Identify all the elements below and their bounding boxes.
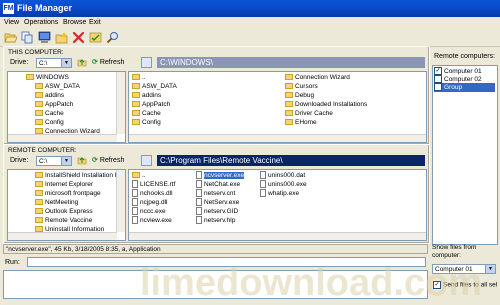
tree-hscrollbar[interactable]	[8, 232, 117, 240]
local-file-list[interactable]: .. ASW_DATA addins AppPatch Cache Config…	[128, 71, 427, 143]
remote-computer-panel: REMOTE COMPUTER: Drive: C:\ ▼ ⟳ Refresh C…	[3, 144, 430, 244]
status-bar: "ncvserver.exe", 45 Kb, 3/18/2005 8:35, …	[3, 244, 428, 254]
copy-icon[interactable]	[21, 31, 34, 44]
drive-label: Drive:	[10, 157, 29, 164]
new-folder-icon[interactable]	[55, 31, 68, 44]
remote-folder-tree[interactable]: InstallShield Installation In Internet E…	[7, 169, 126, 241]
list-item[interactable]: Downloaded Installations	[285, 100, 367, 109]
file-list-hscrollbar[interactable]	[129, 232, 426, 240]
local-folder-tree[interactable]: WINDOWS ASW_DATA addins AppPatch Cache C…	[7, 71, 126, 143]
tree-item[interactable]: InstallShield Installation In	[35, 171, 120, 180]
list-item[interactable]: Config	[132, 118, 161, 127]
window-title: File Manager	[17, 3, 73, 13]
open-folder-icon[interactable]	[4, 31, 17, 44]
list-item[interactable]: ncjpeg.dll	[132, 198, 167, 207]
tree-scrollbar[interactable]	[116, 72, 125, 134]
list-item[interactable]: ASW_DATA	[132, 82, 177, 91]
tree-item[interactable]: ASW_DATA	[35, 82, 80, 91]
remote-computer-label: REMOTE COMPUTER:	[8, 147, 77, 154]
list-item[interactable]: ..	[132, 73, 146, 82]
list-item[interactable]: NetServ.exe	[196, 198, 239, 207]
tree-item[interactable]: addins	[35, 91, 64, 100]
refresh-icon: ⟳	[92, 59, 98, 66]
list-item[interactable]: LICENSE.rtf	[132, 180, 175, 189]
tree-scrollbar[interactable]	[116, 170, 125, 232]
run-label: Run:	[5, 259, 20, 266]
list-item[interactable]: nchooks.dll	[132, 189, 173, 198]
drive-label: Drive:	[10, 59, 29, 66]
title-bar: FM File Manager	[0, 0, 500, 17]
list-item[interactable]: Debug	[285, 91, 314, 100]
checklist-icon[interactable]	[89, 31, 102, 44]
tree-item[interactable]: NetMeeting	[35, 198, 78, 207]
remote-computers-list[interactable]: ✓ Computer 01 Computer 02 Group	[432, 65, 498, 245]
chevron-down-icon: ▼	[485, 265, 495, 273]
tree-hscrollbar[interactable]	[8, 134, 117, 142]
list-item[interactable]: NetChat.exe	[196, 180, 240, 189]
list-item[interactable]: AppPatch	[132, 100, 170, 109]
group-item[interactable]: Group	[434, 83, 495, 92]
list-item-selected[interactable]: ncvserver.exe	[196, 171, 245, 180]
menu-exit[interactable]: Exit	[89, 18, 101, 27]
remote-file-list[interactable]: .. LICENSE.rtf nchooks.dll ncjpeg.dll nc…	[128, 169, 427, 241]
list-item[interactable]: whatip.exe	[260, 189, 299, 198]
this-computer-label: THIS COMPUTER:	[8, 49, 64, 56]
menu-operations[interactable]: Operations	[24, 18, 58, 27]
delete-icon[interactable]	[72, 31, 85, 44]
toolbar	[0, 29, 500, 47]
tree-item[interactable]: Internet Explorer	[35, 180, 93, 189]
list-item[interactable]: Driver Cache	[285, 109, 333, 118]
list-item[interactable]: unins000.dat	[260, 171, 305, 180]
remote-computers-sidebar: Remote computers: ✓ Computer 01 Computer …	[432, 46, 498, 298]
local-drive-select[interactable]: C:\ ▼	[36, 58, 72, 68]
chevron-down-icon: ▼	[61, 59, 71, 67]
list-item[interactable]: ..	[132, 171, 146, 180]
view-mode-icon[interactable]	[141, 57, 152, 68]
list-item[interactable]: netserv.GID	[196, 207, 238, 216]
file-list-hscrollbar[interactable]	[129, 134, 426, 142]
checkbox[interactable]	[434, 83, 442, 92]
refresh-icon: ⟳	[92, 157, 98, 164]
search-icon[interactable]	[106, 31, 119, 44]
remote-refresh-button[interactable]: ⟳ Refresh	[92, 156, 124, 165]
list-item[interactable]: netserv.cnt	[196, 189, 235, 198]
list-item[interactable]: Cache	[132, 109, 161, 118]
list-item[interactable]: EHome	[285, 118, 317, 127]
list-item[interactable]: ncview.exe	[132, 216, 172, 225]
this-computer-panel: THIS COMPUTER: Drive: C:\ ▼ ⟳ Refresh C:\…	[3, 46, 430, 145]
list-item[interactable]: addins	[132, 91, 161, 100]
list-item[interactable]: unins000.exe	[260, 180, 307, 189]
up-folder-icon[interactable]	[77, 57, 87, 67]
list-item[interactable]: netserv.hlp	[196, 216, 235, 225]
up-folder-icon[interactable]	[77, 155, 87, 165]
menu-browse[interactable]: Browse	[63, 18, 86, 27]
remote-path-bar: C:\Program Files\Remote Vaccine\	[157, 155, 425, 166]
menu-view[interactable]: View	[4, 18, 19, 27]
tree-item[interactable]: WINDOWS	[26, 73, 69, 82]
app-icon: FM	[3, 3, 14, 14]
menu-bar: View Operations Browse Exit	[0, 17, 500, 28]
watermark: limedownload.com	[140, 262, 483, 304]
list-item[interactable]: nccc.exe	[132, 207, 166, 216]
tree-item[interactable]: AppPatch	[35, 100, 73, 109]
list-item[interactable]: Cursors	[285, 82, 318, 91]
tree-item[interactable]: Cache	[35, 109, 64, 118]
tree-item[interactable]: Outlook Express	[35, 207, 93, 216]
tree-item[interactable]: Remote Vaccine	[35, 216, 92, 225]
show-files-from-label: Show files from computer:	[432, 244, 477, 259]
remote-computers-label: Remote computers:	[434, 53, 496, 60]
computer-icon[interactable]	[38, 31, 51, 44]
tree-item[interactable]: Config	[35, 118, 64, 127]
view-mode-icon[interactable]	[141, 155, 152, 166]
remote-drive-select[interactable]: C:\ ▼	[36, 156, 72, 166]
tree-item[interactable]: microsoft frontpage	[35, 189, 101, 198]
list-item[interactable]: Connection Wizard	[285, 73, 350, 82]
chevron-down-icon: ▼	[61, 157, 71, 165]
local-refresh-button[interactable]: ⟳ Refresh	[92, 58, 124, 67]
local-path-bar: C:\WINDOWS\	[157, 57, 425, 68]
